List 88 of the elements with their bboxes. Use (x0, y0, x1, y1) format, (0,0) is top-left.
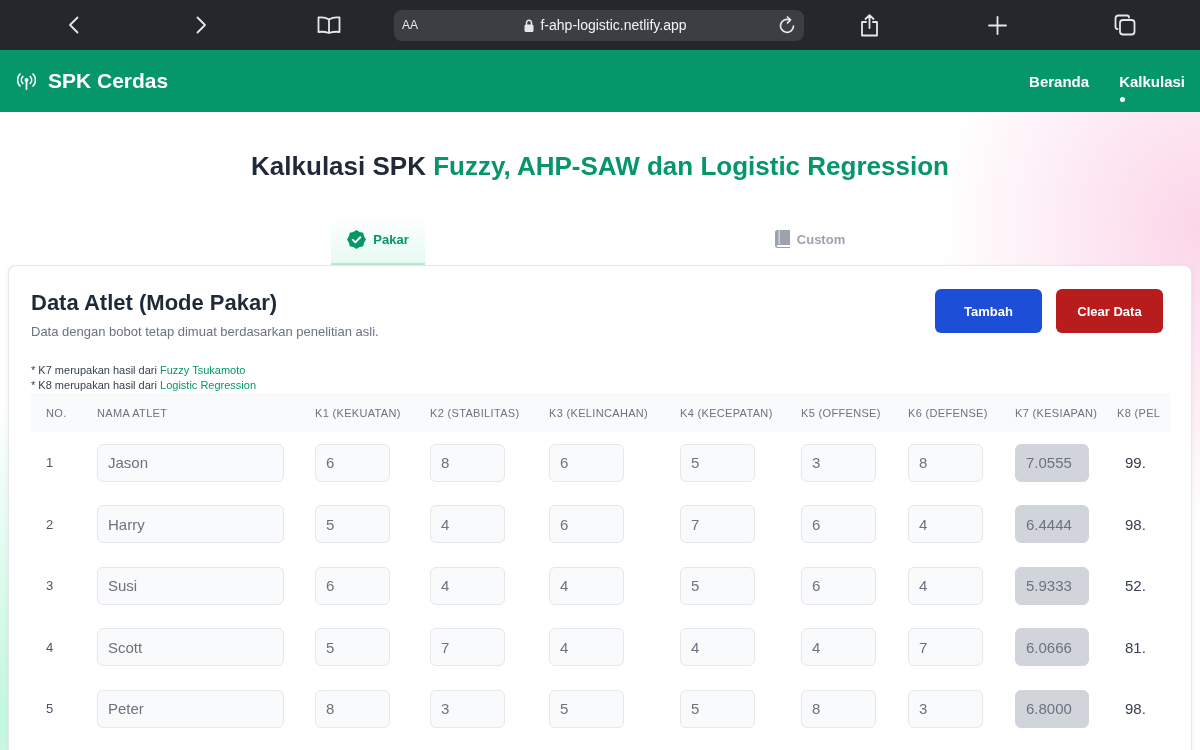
column-header: NO. (45, 406, 68, 419)
score-input[interactable]: 5 (680, 443, 755, 482)
share-icon[interactable] (859, 13, 879, 37)
row-number: 4 (45, 639, 55, 655)
score-input[interactable]: 7 (680, 505, 755, 544)
name-input[interactable]: Peter (97, 689, 284, 728)
row-number: 3 (45, 578, 55, 594)
note-link[interactable]: Logistic Regression (160, 379, 257, 391)
active-dot-icon (1120, 96, 1126, 102)
column-header: K7 (KESIAPAN) (1014, 406, 1099, 419)
nav-link[interactable]: Kalkulasi (1119, 72, 1185, 102)
row-number: 5 (45, 701, 55, 717)
score-input[interactable]: 7 (908, 628, 983, 667)
add-button[interactable]: Tambah (935, 289, 1042, 333)
score-input[interactable]: 6 (801, 505, 876, 544)
score-input[interactable]: 4 (549, 566, 624, 605)
readonly-score-field[interactable]: 6.0666 (1015, 628, 1089, 667)
score-input[interactable]: 5 (549, 689, 624, 728)
score-input[interactable]: 5 (680, 689, 755, 728)
score-input[interactable]: 4 (908, 505, 983, 544)
readonly-score-field[interactable]: 6.8000 (1015, 689, 1089, 728)
score-input[interactable]: 6 (801, 566, 876, 605)
score-input[interactable]: 5 (315, 505, 390, 544)
score-input[interactable]: 8 (908, 443, 983, 482)
score-input[interactable]: 7 (430, 628, 505, 667)
name-input[interactable]: Jason (97, 443, 284, 482)
check-badge-icon (347, 229, 367, 249)
score-input[interactable]: 6 (549, 505, 624, 544)
column-header: K4 (KECEPATAN) (679, 406, 774, 419)
note-text: * K8 merupakan hasil dari (31, 379, 157, 391)
brand-name[interactable]: SPK Cerdas (48, 69, 169, 93)
readonly-score-field[interactable]: 6.4444 (1015, 505, 1089, 544)
row-number: 2 (45, 516, 55, 532)
reload-icon[interactable] (779, 16, 796, 34)
score-input[interactable]: 5 (315, 628, 390, 667)
card-title: Data Atlet (Mode Pakar) (31, 289, 279, 317)
table-cell-text: 52. (1124, 577, 1147, 595)
table-cell-text: 98. (1124, 515, 1147, 533)
column-header: K6 (DEFENSE) (907, 406, 989, 419)
score-input[interactable]: 3 (908, 689, 983, 728)
name-input[interactable]: Harry (97, 505, 284, 544)
score-input[interactable]: 3 (430, 689, 505, 728)
note-link[interactable]: Fuzzy Tsukamoto (160, 364, 246, 376)
forward-icon[interactable] (195, 16, 207, 34)
score-input[interactable]: 4 (680, 628, 755, 667)
score-input[interactable]: 8 (315, 689, 390, 728)
score-input[interactable]: 3 (801, 443, 876, 482)
column-header: K1 (KEKUATAN) (314, 406, 402, 419)
score-input[interactable]: 8 (801, 689, 876, 728)
column-header: K8 (PEL (1116, 406, 1162, 419)
score-input[interactable]: 4 (430, 566, 505, 605)
lock-icon (524, 18, 535, 32)
readonly-score-field[interactable]: 7.0555 (1015, 443, 1089, 482)
column-header: K3 (KELINCAHAN) (548, 406, 650, 419)
score-input[interactable]: 6 (315, 566, 390, 605)
address-bar[interactable]: AA f-ahp-logistic.netlify.app (394, 9, 804, 41)
score-input[interactable]: 6 (315, 443, 390, 482)
score-input[interactable]: 5 (680, 566, 755, 605)
card-subtitle: Data dengan bobot tetap dimuat berdasarkan penelitian asli. (31, 324, 379, 339)
score-input[interactable]: 4 (801, 628, 876, 667)
mode-tab[interactable]: Custom (758, 215, 862, 265)
new-tab-icon[interactable] (987, 15, 1007, 35)
table-cell-text: 98. (1124, 700, 1147, 718)
row-number: 1 (45, 455, 55, 471)
url-text[interactable]: f-ahp-logistic.netlify.app (540, 17, 687, 33)
column-header: K5 (OFFENSE) (800, 406, 882, 419)
score-input[interactable]: 4 (908, 566, 983, 605)
text-size-button[interactable]: AA (402, 18, 432, 32)
clear-button[interactable]: Clear Data (1056, 289, 1163, 333)
page-title: Kalkulasi SPK Fuzzy, AHP-SAW dan Logistic Regression (250, 150, 950, 183)
name-input[interactable]: Susi (97, 566, 284, 605)
table-cell-text: 81. (1124, 638, 1147, 656)
table-cell-text: 99. (1124, 454, 1147, 472)
score-input[interactable]: 6 (549, 443, 624, 482)
antenna-icon (17, 72, 36, 90)
column-header: NAMA ATLET (96, 406, 169, 419)
tabs-icon[interactable] (1114, 14, 1136, 36)
name-input[interactable]: Scott (97, 628, 284, 667)
score-input[interactable]: 8 (430, 443, 505, 482)
score-input[interactable]: 4 (430, 505, 505, 544)
score-input[interactable]: 4 (549, 628, 624, 667)
book-icon[interactable] (317, 16, 341, 34)
book-icon (774, 230, 790, 248)
readonly-score-field[interactable]: 5.9333 (1015, 566, 1089, 605)
note-text: * K7 merupakan hasil dari (31, 364, 157, 376)
back-icon[interactable] (67, 16, 79, 34)
nav-link[interactable]: Beranda (1029, 72, 1090, 91)
column-header: K2 (STABILITAS) (429, 406, 521, 419)
